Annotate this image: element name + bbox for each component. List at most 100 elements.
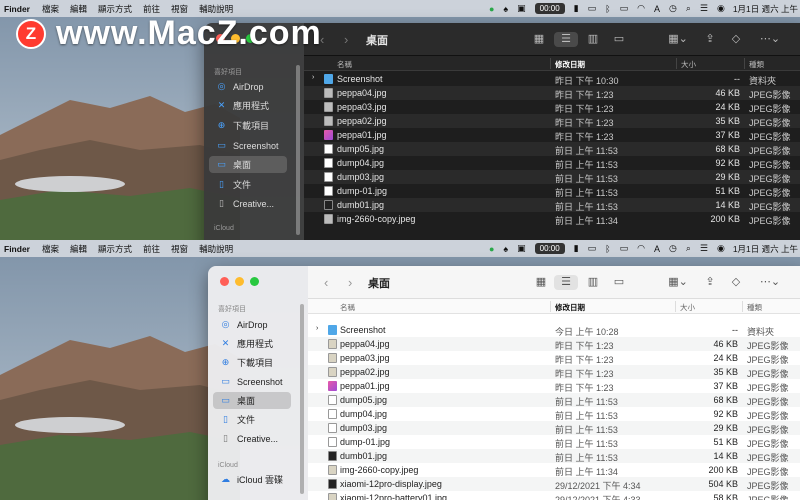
table-row[interactable]: › Screenshot 今日 上午 10:28 -- 資料夾 <box>308 323 800 337</box>
column-size[interactable]: 大小 <box>680 302 695 313</box>
sidebar-item-creative[interactable]: ▯ Creative... <box>213 430 291 447</box>
more-actions-icon[interactable]: ⋯⌄ <box>758 32 782 47</box>
sidebar-scrollbar[interactable] <box>300 304 304 494</box>
disclosure-triangle-icon[interactable]: › <box>316 325 318 332</box>
menu-app-finder[interactable]: Finder <box>4 244 30 254</box>
siri-icon[interactable]: ◉ <box>717 3 725 14</box>
column-name[interactable]: 名稱 <box>337 59 352 70</box>
tag-icon[interactable]: ◇ <box>728 32 744 47</box>
menu-go[interactable]: 前往 <box>143 243 160 255</box>
column-divider[interactable] <box>550 58 551 69</box>
search-icon[interactable]: ⌕ <box>686 3 691 14</box>
menu-window[interactable]: 視窗 <box>171 3 188 15</box>
menu-go[interactable]: 前往 <box>143 3 160 15</box>
table-row[interactable]: dump-01.jpg 前日 上午 11:53 51 KB JPEG影像 <box>304 184 800 198</box>
bluetooth-icon[interactable]: ᛒ <box>605 244 610 254</box>
gallery-view-icon[interactable]: ▭ <box>610 32 628 47</box>
tag-icon[interactable]: ◇ <box>728 275 744 290</box>
notification-icon[interactable]: ♠ <box>503 244 508 254</box>
table-row[interactable]: dumb01.jpg 前日 上午 11:53 14 KB JPEG影像 <box>308 449 800 463</box>
time-machine-icon[interactable]: ◷ <box>669 3 677 14</box>
notification-icon[interactable]: ♠ <box>503 4 508 14</box>
list-view-icon[interactable]: ☰ <box>554 275 578 290</box>
table-row[interactable]: img-2660-copy.jpeg 前日 上午 11:34 200 KB JPEG影… <box>308 463 800 477</box>
table-row[interactable]: xiaomi-12pro-display.jpeg 29/12/2021 下午 4… <box>308 477 800 491</box>
column-divider[interactable] <box>550 301 551 312</box>
group-by-icon[interactable]: ▦⌄ <box>664 275 692 290</box>
menu-edit[interactable]: 編輯 <box>70 3 87 15</box>
sidebar-item-applications[interactable]: ✕ 應用程式 <box>209 97 287 114</box>
sidebar-item-downloads[interactable]: ⊕ 下載項目 <box>209 117 287 134</box>
search-icon[interactable]: ⌕ <box>686 243 691 254</box>
sidebar-item-airdrop[interactable]: ◎ AirDrop <box>213 316 291 333</box>
menu-edit[interactable]: 編輯 <box>70 243 87 255</box>
table-row[interactable]: dump04.jpg 前日 上午 11:53 92 KB JPEG影像 <box>304 156 800 170</box>
list-view-icon[interactable]: ☰ <box>554 32 578 47</box>
menu-view[interactable]: 顯示方式 <box>98 243 132 255</box>
table-row[interactable]: dumb01.jpg 前日 上午 11:53 14 KB JPEG影像 <box>304 198 800 212</box>
sidebar-item-screenshot[interactable]: ▭ Screenshot <box>213 373 291 390</box>
sidebar-item-downloads[interactable]: ⊕ 下載項目 <box>213 354 291 371</box>
disclosure-triangle-icon[interactable]: › <box>312 74 314 81</box>
table-row[interactable]: dump05.jpg 前日 上午 11:53 68 KB JPEG影像 <box>304 142 800 156</box>
split-icon[interactable]: ▮ <box>574 243 579 254</box>
menu-file[interactable]: 檔案 <box>42 243 59 255</box>
sidebar-item-icloud-drive[interactable]: ☁ iCloud 雲碟 <box>213 471 291 488</box>
control-center-icon[interactable]: ☰ <box>700 243 708 254</box>
menu-help[interactable]: 輔助說明 <box>199 243 233 255</box>
sidebar-item-documents[interactable]: ▯ 文件 <box>213 411 291 428</box>
zoom-button[interactable] <box>250 277 259 286</box>
menu-app-finder[interactable]: Finder <box>4 4 30 14</box>
menu-file[interactable]: 檔案 <box>42 3 59 15</box>
menu-datetime[interactable]: 1月1日 週六 上午 <box>733 3 798 15</box>
time-machine-icon[interactable]: ◷ <box>669 243 677 254</box>
table-row[interactable]: dump03.jpg 前日 上午 11:53 29 KB JPEG影像 <box>304 170 800 184</box>
table-row[interactable]: dump03.jpg 前日 上午 11:53 29 KB JPEG影像 <box>308 421 800 435</box>
table-row[interactable]: dump05.jpg 前日 上午 11:53 68 KB JPEG影像 <box>308 393 800 407</box>
sidebar-item-screenshot[interactable]: ▭ Screenshot <box>209 137 287 154</box>
menu-datetime[interactable]: 1月1日 週六 上午 <box>733 243 798 255</box>
icon-view-icon[interactable]: ▦ <box>532 275 550 290</box>
table-row[interactable]: peppa04.jpg 昨日 下午 1:23 46 KB JPEG影像 <box>304 86 800 100</box>
table-row[interactable]: peppa02.jpg 昨日 下午 1:23 35 KB JPEG影像 <box>308 365 800 379</box>
wechat-icon[interactable]: ● <box>489 4 494 14</box>
table-row[interactable]: peppa03.jpg 昨日 下午 1:23 24 KB JPEG影像 <box>304 100 800 114</box>
clock-widget[interactable]: 00:00 <box>534 243 565 254</box>
clock-widget[interactable]: 00:00 <box>534 3 565 14</box>
icon-view-icon[interactable]: ▦ <box>530 32 548 47</box>
table-row[interactable]: › Screenshot 昨日 下午 10:30 -- 資料夾 <box>304 72 800 86</box>
share-icon[interactable]: ⇪ <box>702 275 718 290</box>
battery-icon[interactable]: ▭ <box>620 243 629 254</box>
bluetooth-icon[interactable]: ᛒ <box>605 4 610 14</box>
gallery-view-icon[interactable]: ▭ <box>610 275 628 290</box>
column-kind[interactable]: 種類 <box>747 302 762 313</box>
column-divider[interactable] <box>742 301 743 312</box>
column-date[interactable]: 修改日期 <box>555 302 585 313</box>
column-divider[interactable] <box>676 58 677 69</box>
battery-indicator-icon[interactable]: ▭ <box>588 243 597 254</box>
sidebar-scrollbar[interactable] <box>296 65 300 235</box>
table-row[interactable]: dump-01.jpg 前日 上午 11:53 51 KB JPEG影像 <box>308 435 800 449</box>
column-kind[interactable]: 種類 <box>749 59 764 70</box>
forward-icon[interactable]: › <box>348 275 352 290</box>
forward-icon[interactable]: › <box>344 32 348 47</box>
table-row[interactable]: peppa01.jpg 昨日 下午 1:23 37 KB JPEG影像 <box>304 128 800 142</box>
table-row[interactable]: dump04.jpg 前日 上午 11:53 92 KB JPEG影像 <box>308 407 800 421</box>
input-method-icon[interactable]: A <box>654 4 660 14</box>
table-row[interactable]: xiaomi-12pro-battery01.jpg 29/12/2021 下午 … <box>308 491 800 500</box>
column-view-icon[interactable]: ▥ <box>584 275 602 290</box>
sidebar-item-creative[interactable]: ▯ Creative... <box>209 195 287 212</box>
app-c-icon[interactable]: ▣ <box>517 3 526 14</box>
table-row[interactable]: peppa04.jpg 昨日 下午 1:23 46 KB JPEG影像 <box>308 337 800 351</box>
wifi-icon[interactable]: ◠ <box>637 243 645 254</box>
table-row[interactable]: peppa02.jpg 昨日 下午 1:23 35 KB JPEG影像 <box>304 114 800 128</box>
menu-help[interactable]: 輔助說明 <box>199 3 233 15</box>
column-divider[interactable] <box>744 58 745 69</box>
control-center-icon[interactable]: ☰ <box>700 3 708 14</box>
column-name[interactable]: 名稱 <box>340 302 355 313</box>
close-button[interactable] <box>220 277 229 286</box>
table-row[interactable]: img-2660-copy.jpeg 前日 上午 11:34 200 KB JPEG影… <box>304 212 800 226</box>
column-size[interactable]: 大小 <box>681 59 696 70</box>
sidebar-item-desktop[interactable]: ▭ 桌面 <box>209 156 287 173</box>
input-method-icon[interactable]: A <box>654 244 660 254</box>
